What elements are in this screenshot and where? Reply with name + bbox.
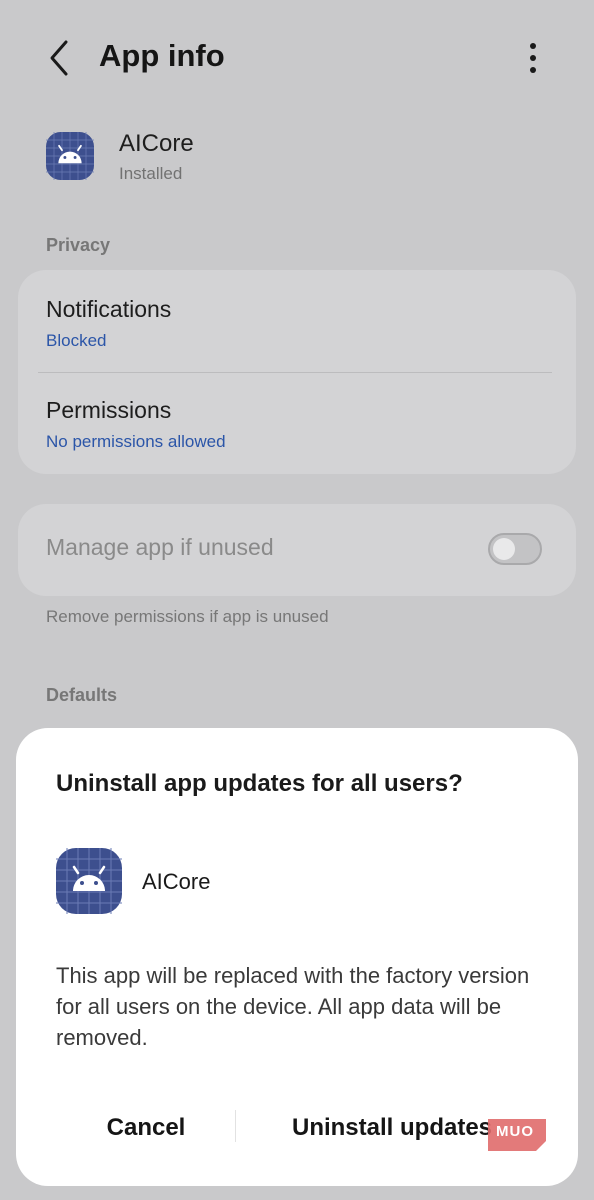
android-icon	[46, 132, 94, 180]
app-bar: App info	[0, 0, 594, 115]
divider	[38, 372, 552, 373]
page-title: App info	[99, 38, 225, 73]
app-install-status: Installed	[119, 164, 183, 183]
app-icon	[46, 132, 94, 180]
manage-unused-label: Manage app if unused	[46, 534, 274, 560]
app-info-screen: App info AICore Installed Privacy Notifi…	[0, 0, 594, 1200]
permissions-title: Permissions	[46, 397, 172, 423]
privacy-card: Notifications Blocked Permissions No per…	[18, 270, 576, 474]
cancel-button[interactable]: Cancel	[76, 1108, 216, 1148]
more-vertical-icon	[530, 43, 536, 73]
manage-unused-toggle[interactable]	[488, 533, 542, 565]
dialog-title: Uninstall app updates for all users?	[56, 770, 463, 797]
privacy-section-label: Privacy	[46, 235, 111, 255]
uninstall-updates-dialog: Uninstall app updates for all users? AIC…	[16, 728, 578, 1186]
watermark-text: MUO	[496, 1123, 534, 1140]
notifications-status: Blocked	[46, 331, 107, 350]
app-name: AICore	[119, 130, 194, 157]
defaults-section-label: Defaults	[46, 685, 118, 705]
manage-unused-card[interactable]: Manage app if unused	[18, 504, 576, 596]
more-options-button[interactable]	[518, 38, 548, 78]
chevron-left-icon	[50, 40, 68, 76]
manage-unused-helper: Remove permissions if app is unused	[46, 607, 329, 626]
dialog-message: This app will be replaced with the facto…	[56, 963, 530, 1050]
permissions-item[interactable]: Permissions No permissions allowed	[46, 397, 226, 452]
toggle-knob	[493, 538, 515, 560]
button-separator	[235, 1110, 236, 1142]
android-icon	[56, 848, 122, 914]
uninstall-updates-button[interactable]: Uninstall updates	[276, 1108, 508, 1148]
permissions-status: No permissions allowed	[46, 432, 226, 451]
dialog-app-icon	[56, 848, 122, 914]
back-button[interactable]	[40, 36, 80, 80]
notifications-title: Notifications	[46, 296, 172, 322]
dialog-app-name: AICore	[142, 869, 211, 894]
muo-watermark: MUO	[488, 1119, 546, 1151]
notifications-item[interactable]: Notifications Blocked	[46, 296, 171, 351]
